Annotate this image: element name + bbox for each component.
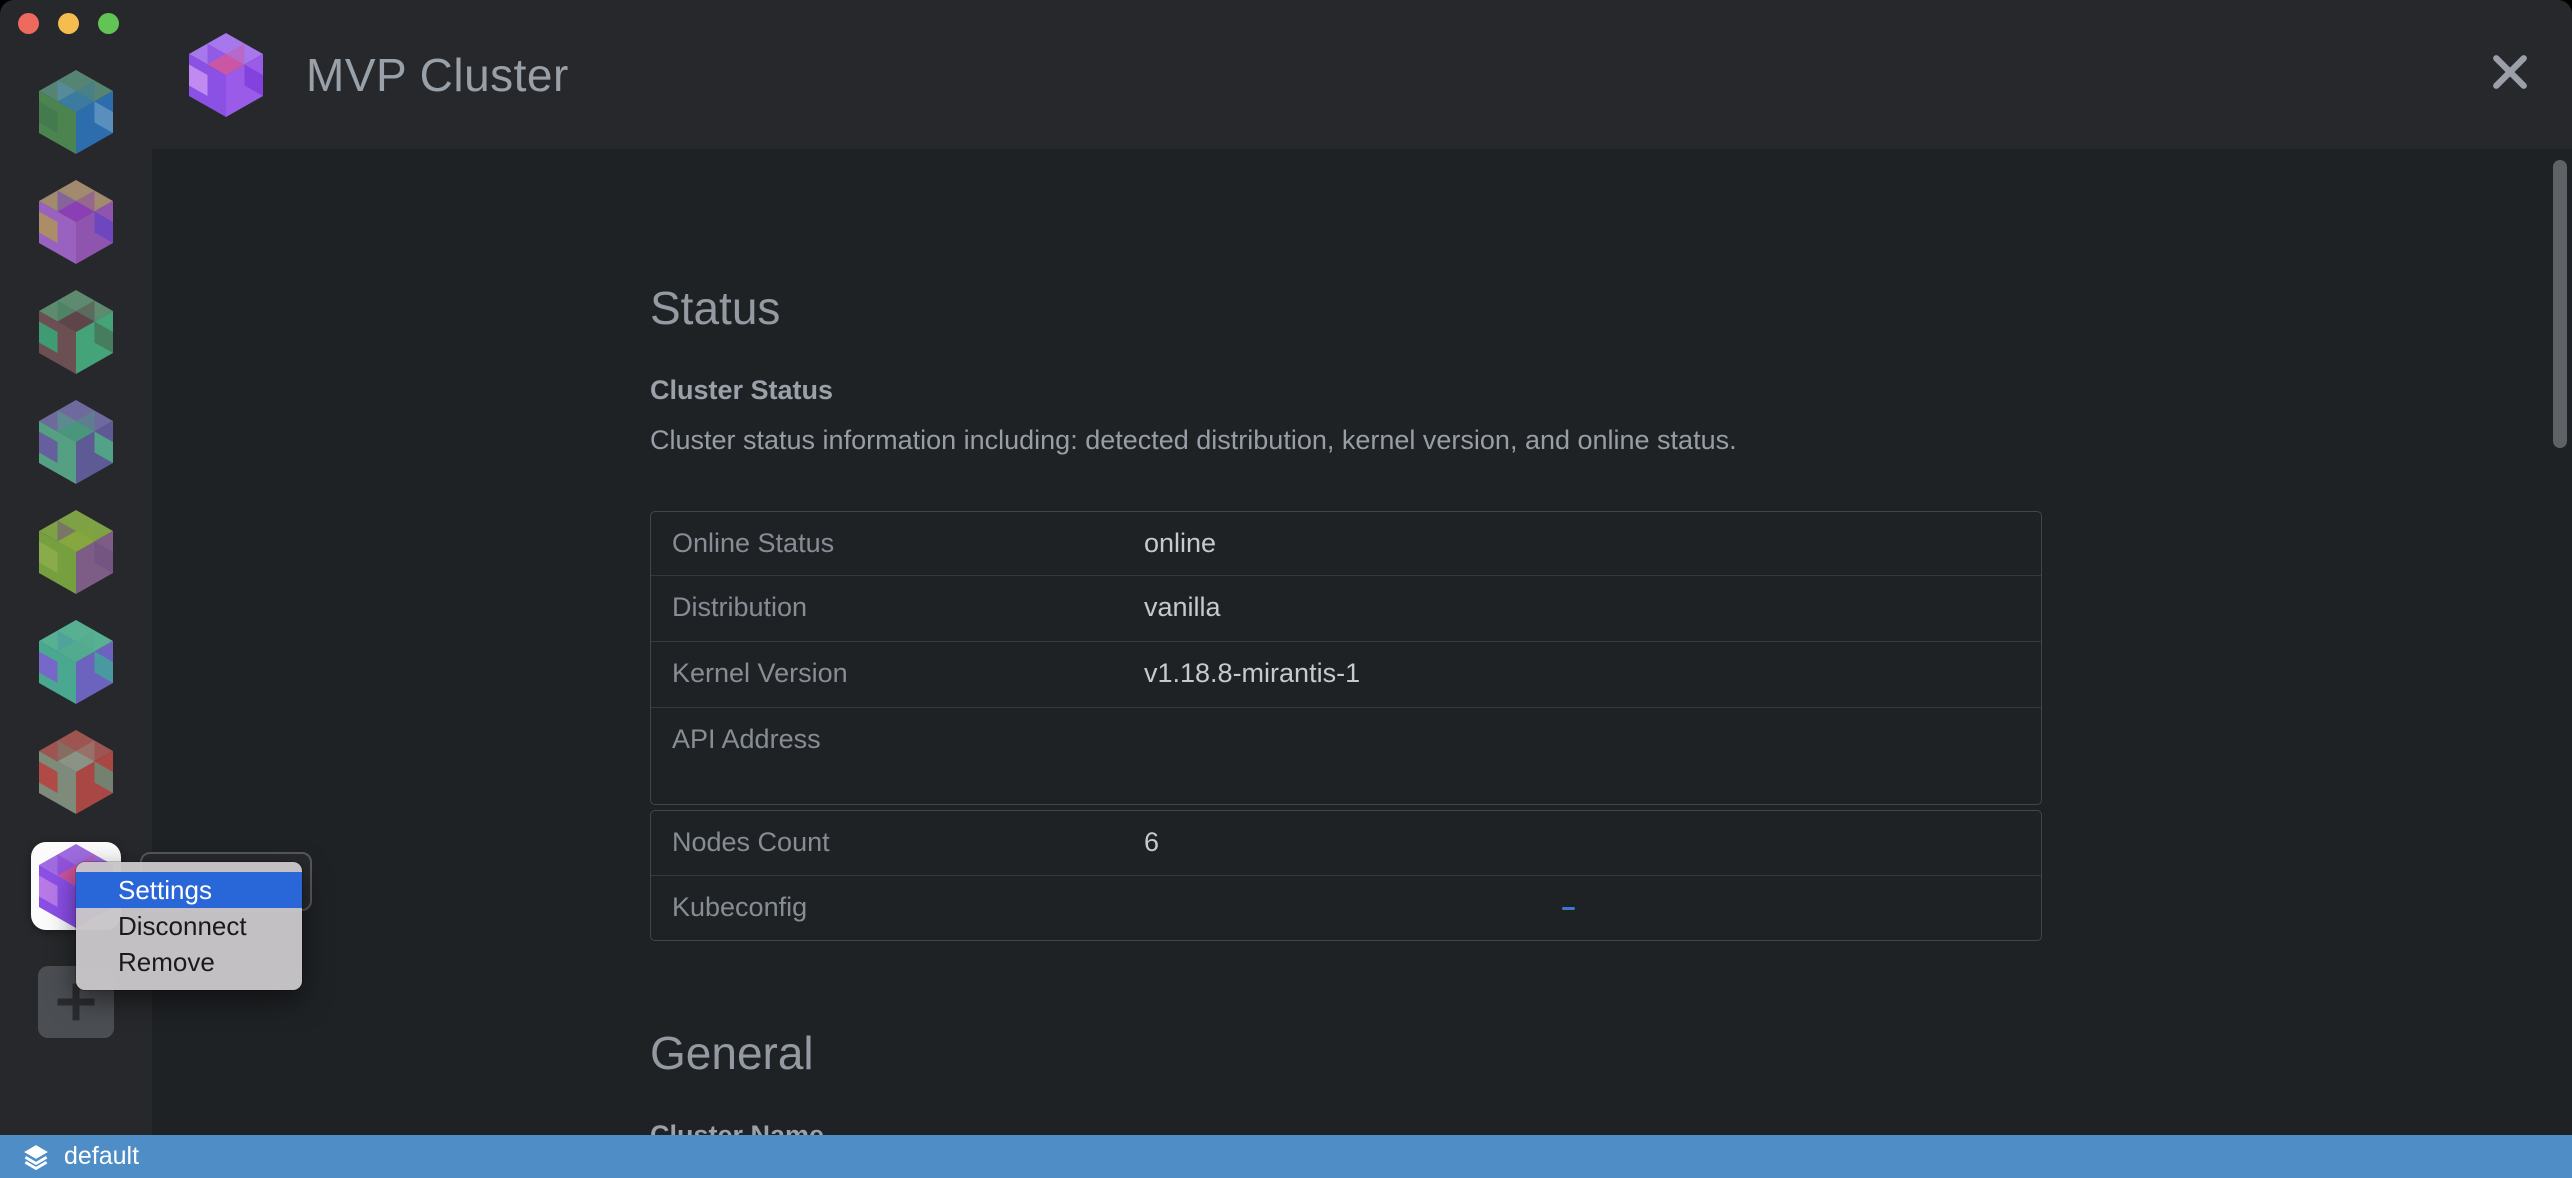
sidebar-cluster-icon-6[interactable] (39, 620, 113, 704)
row-value: 6 (1144, 811, 2041, 875)
cluster-status-label: Cluster Status (650, 375, 2042, 406)
app-window: MVP Cluster Status Cluster Status Cluste… (0, 0, 2572, 1178)
table-row: API Address (651, 707, 2041, 804)
row-label: Kernel Version (651, 642, 1144, 707)
menu-item-settings[interactable]: Settings (76, 872, 302, 908)
general-section-heading: General (650, 941, 2042, 1080)
row-label: Online Status (651, 512, 1144, 575)
vertical-scrollbar-thumb[interactable] (2553, 160, 2567, 448)
row-value (1144, 876, 2041, 940)
bottom-status-bar[interactable]: default (0, 1135, 2572, 1178)
row-value: online (1144, 512, 2041, 575)
close-icon (2488, 50, 2532, 94)
sidebar-cluster-icon-5[interactable] (39, 510, 113, 594)
row-label: Nodes Count (651, 811, 1144, 875)
cluster-status-table: Online Status online Distribution vanill… (650, 511, 2042, 805)
menu-item-remove[interactable]: Remove (76, 944, 302, 980)
status-section-heading: Status (650, 149, 2042, 335)
menu-item-disconnect[interactable]: Disconnect (76, 908, 302, 944)
cluster-logo-icon (189, 33, 263, 117)
row-value: v1.18.8-mirantis-1 (1144, 642, 2041, 707)
table-row: Distribution vanilla (651, 575, 2041, 641)
cluster-status-description: Cluster status information including: de… (650, 425, 2042, 456)
layers-icon (21, 1142, 51, 1172)
cluster-settings-panel: Status Cluster Status Cluster status inf… (152, 149, 2572, 1135)
row-label: Distribution (651, 576, 1144, 641)
sidebar-cluster-icon-4[interactable] (39, 400, 113, 484)
sidebar-cluster-icon-1[interactable] (39, 70, 113, 154)
cluster-name-label: Cluster Name (650, 1120, 2042, 1135)
sidebar-cluster-icon-3[interactable] (39, 290, 113, 374)
window-controls (18, 13, 119, 34)
active-namespace-label: default (64, 1142, 139, 1171)
cluster-context-menu: Settings Disconnect Remove (76, 862, 302, 990)
row-value: vanilla (1144, 576, 2041, 641)
table-row: Kernel Version v1.18.8-mirantis-1 (651, 641, 2041, 707)
table-row: Kubeconfig (651, 875, 2041, 940)
row-label: API Address (651, 708, 1144, 804)
kubeconfig-link-icon[interactable] (1562, 907, 1575, 910)
page-title: MVP Cluster (306, 48, 569, 102)
row-value (1144, 708, 2041, 804)
table-row: Nodes Count 6 (651, 811, 2041, 875)
cluster-status-table-2: Nodes Count 6 Kubeconfig (650, 810, 2042, 941)
zoom-window-button[interactable] (98, 13, 119, 34)
minimize-window-button[interactable] (58, 13, 79, 34)
settings-header: MVP Cluster (152, 0, 2572, 149)
table-row: Online Status online (651, 512, 2041, 575)
sidebar-cluster-icon-7[interactable] (39, 730, 113, 814)
close-settings-button[interactable] (2488, 50, 2532, 94)
close-window-button[interactable] (18, 13, 39, 34)
sidebar-cluster-icon-2[interactable] (39, 180, 113, 264)
row-label: Kubeconfig (651, 876, 1144, 940)
